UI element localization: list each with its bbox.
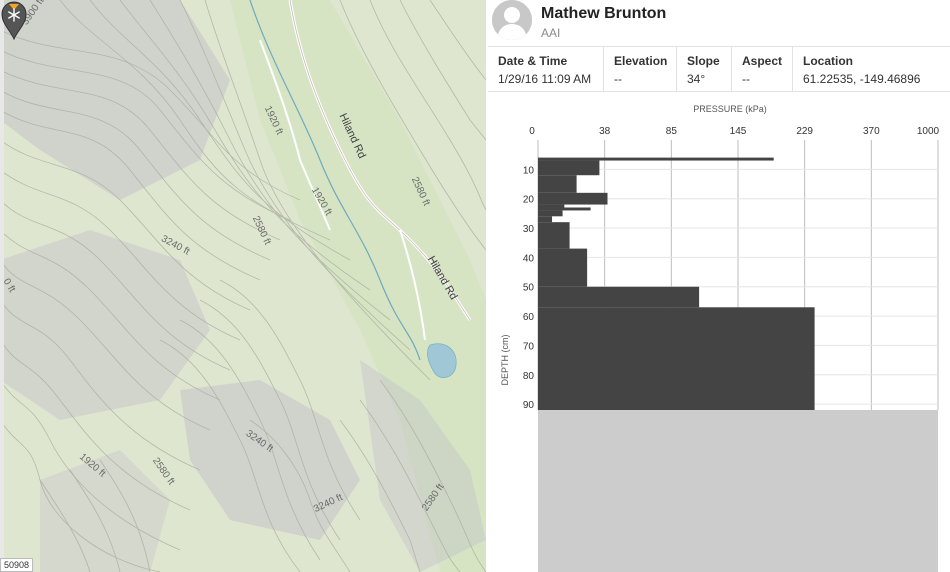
elevation-label: Elevation xyxy=(614,54,668,68)
pressure-layer-bar[interactable] xyxy=(538,192,608,205)
pressure-layer-bar[interactable] xyxy=(538,160,600,176)
y-tick-label: 20 xyxy=(523,195,535,206)
x-tick-label: 1000 xyxy=(917,126,940,137)
x-tick-label: 85 xyxy=(666,126,678,137)
y-tick-label: 10 xyxy=(523,165,535,176)
pressure-chart-svg: PRESSURE (kPa) 0 38 85 145 229 370 1000 10 20 30… xyxy=(500,104,940,572)
user-name[interactable]: Mathew Brunton xyxy=(541,5,666,23)
x-tick-label: 229 xyxy=(796,126,813,137)
chart-title: PRESSURE (kPa) xyxy=(693,104,767,114)
observation-detail-panel: Mathew Brunton AAI Date & Time 1/29/16 1… xyxy=(488,0,950,572)
snowflake-marker-icon[interactable] xyxy=(0,0,28,40)
y-tick-label: 60 xyxy=(523,312,535,323)
location-label: Location xyxy=(803,54,853,68)
pressure-layer-bar[interactable] xyxy=(538,210,563,217)
elevation-cell: Elevation -- xyxy=(604,47,677,91)
topo-map-canvas xyxy=(0,0,486,572)
pressure-layer-bar[interactable] xyxy=(538,175,577,193)
slope-value: 34° xyxy=(687,72,706,86)
topo-map[interactable]: 3900 ft 1920 ft 1920 ft 2580 ft 2580 ft … xyxy=(0,0,486,572)
pressure-layer-bar[interactable] xyxy=(538,157,774,161)
pressure-layer-bar[interactable] xyxy=(538,222,570,249)
date-time-label: Date & Time xyxy=(498,54,568,68)
aspect-cell: Aspect -- xyxy=(732,47,793,91)
y-tick-label: 70 xyxy=(523,341,535,352)
plot-area xyxy=(537,140,939,572)
y-tick-label: 90 xyxy=(523,400,535,411)
aspect-label: Aspect xyxy=(742,54,783,68)
x-tick-label: 145 xyxy=(730,126,747,137)
pressure-layer-bar[interactable] xyxy=(538,307,815,410)
y-axis-title: DEPTH (cm) xyxy=(500,335,510,386)
user-organization: AAI xyxy=(541,26,561,40)
pressure-layer-bar[interactable] xyxy=(538,204,565,208)
user-avatar-icon[interactable] xyxy=(492,0,532,40)
aspect-value: -- xyxy=(742,72,750,86)
below-profile-area xyxy=(538,410,938,572)
date-time-value: 1/29/16 11:09 AM xyxy=(498,72,592,86)
slope-cell: Slope 34° xyxy=(677,47,732,91)
x-tick-label: 0 xyxy=(529,126,535,137)
pressure-layer-bar[interactable] xyxy=(538,248,588,287)
pressure-layer-bar[interactable] xyxy=(538,207,591,211)
x-tick-label: 38 xyxy=(599,126,611,137)
y-tick-label: 80 xyxy=(523,371,535,382)
pressure-layer-bar[interactable] xyxy=(538,216,553,223)
map-scale-label: 50908 xyxy=(0,558,34,572)
date-time-cell: Date & Time 1/29/16 11:09 AM xyxy=(488,47,604,91)
observation-info-table: Date & Time 1/29/16 11:09 AM Elevation -… xyxy=(488,46,950,92)
location-value: 61.22535, -149.46896 xyxy=(803,72,921,86)
y-tick-label: 50 xyxy=(523,283,535,294)
y-axis-ticks: 10 20 30 40 50 60 70 80 90 xyxy=(523,165,535,411)
slope-label: Slope xyxy=(687,54,720,68)
x-tick-label: 370 xyxy=(863,126,880,137)
pressure-profile-chart: PRESSURE (kPa) 0 38 85 145 229 370 1000 10 20 30… xyxy=(488,98,950,572)
y-tick-label: 40 xyxy=(523,253,535,264)
user-header: Mathew Brunton AAI xyxy=(488,0,950,46)
x-axis-ticks: 0 38 85 145 229 370 1000 xyxy=(529,126,939,137)
y-tick-label: 30 xyxy=(523,224,535,235)
elevation-value: -- xyxy=(614,72,622,86)
location-cell: Location 61.22535, -149.46896 xyxy=(793,47,950,91)
pressure-layer-bar[interactable] xyxy=(538,286,700,308)
